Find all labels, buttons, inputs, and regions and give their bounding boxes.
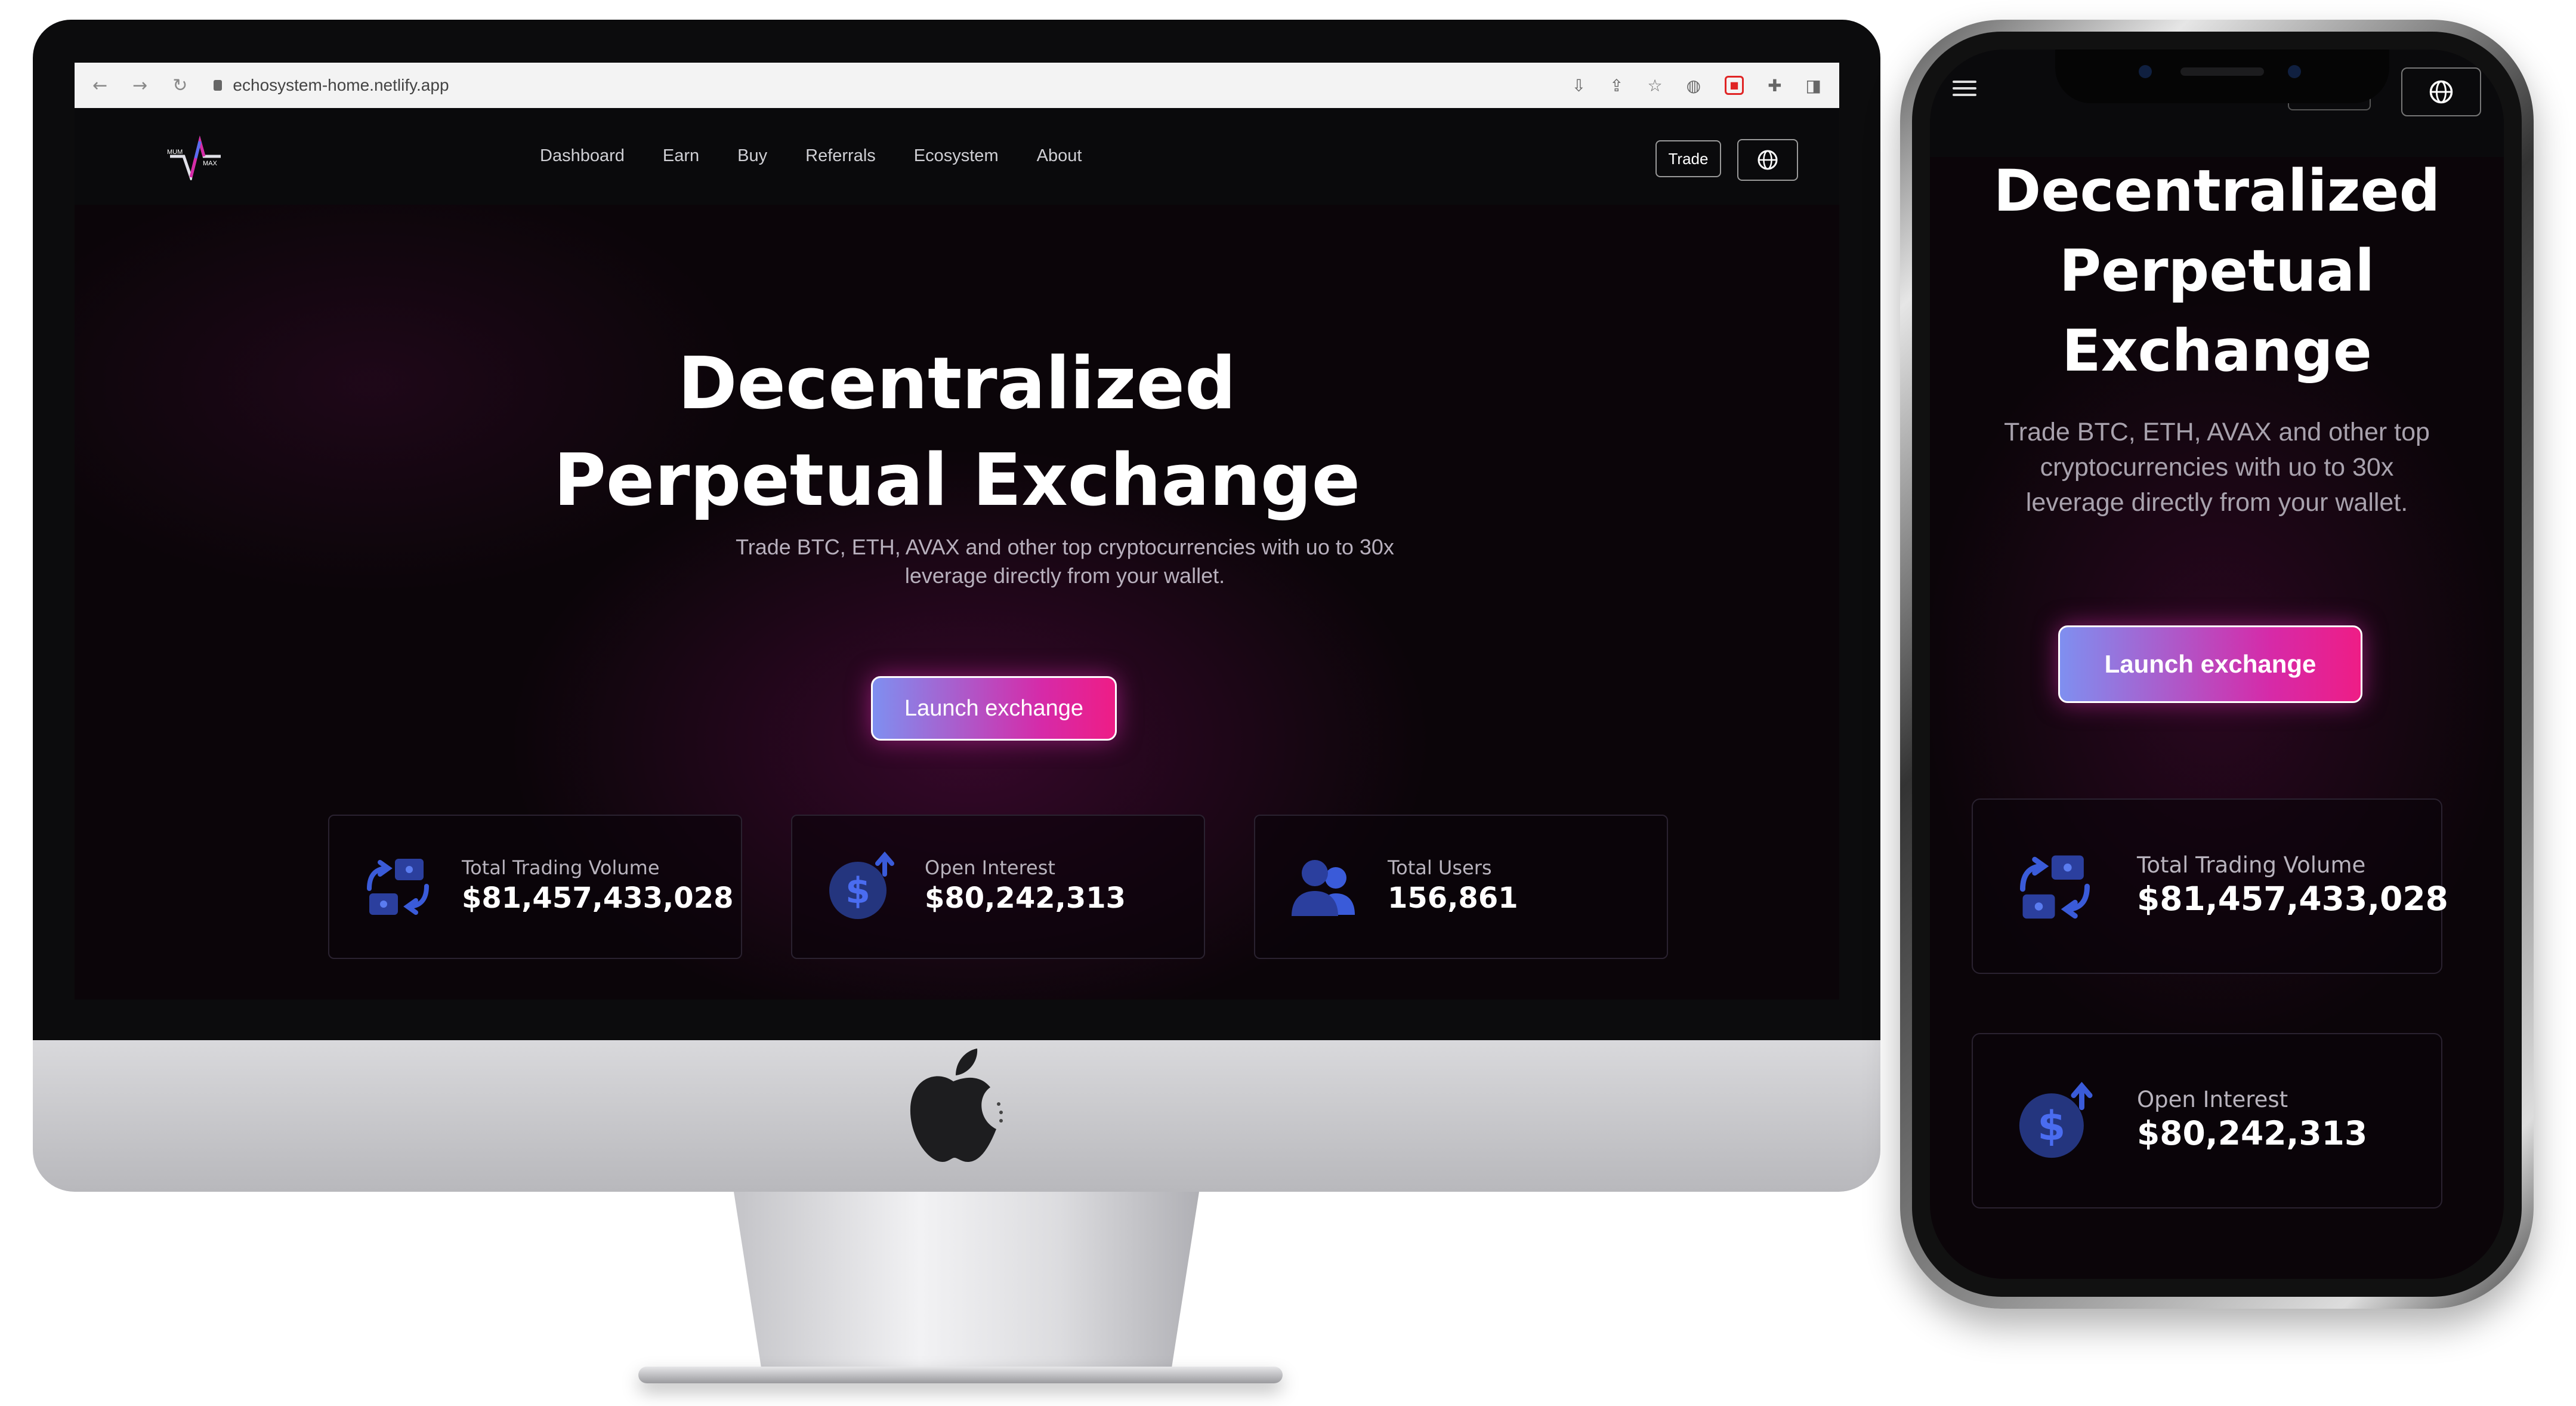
stat-card-total-users: Total Users 156,861 [1254, 815, 1668, 959]
extensions-puzzle-icon[interactable]: ✚ [1768, 76, 1781, 95]
hero-subtitle: Trade BTC, ETH, AVAX and other top crypt… [701, 533, 1429, 590]
stat-value: $80,242,313 [2137, 1114, 2368, 1152]
mobile-language-button[interactable] [2401, 67, 2481, 116]
stat-label: Total Trading Volume [2137, 852, 2366, 878]
url-text: echosystem-home.netlify.app [233, 76, 449, 94]
extension-globe-icon[interactable]: ◍ [1687, 76, 1701, 95]
svg-text:$: $ [845, 870, 870, 912]
nav-about[interactable]: About [1037, 146, 1082, 166]
globe-icon [2429, 80, 2453, 104]
imac-stand-foot [638, 1367, 1283, 1383]
dollar-up-icon: $ [2019, 1082, 2093, 1158]
back-arrow-icon[interactable]: ← [92, 75, 107, 96]
dollar-up-icon: $ [829, 852, 894, 919]
browser-toolbar: ← → ↻ echosystem-home.netlify.app ⇩ ⇪ ☆ … [75, 63, 1839, 109]
stat-value: $81,457,433,028 [462, 881, 734, 915]
lock-icon [214, 80, 223, 91]
desktop-screen: ← → ↻ echosystem-home.netlify.app ⇩ ⇪ ☆ … [75, 63, 1839, 1000]
hero-title: Decentralized Perpetual Exchange [75, 336, 1839, 529]
mobile-header [1930, 50, 2504, 157]
share-icon[interactable]: ⇪ [1610, 76, 1623, 95]
svg-text:$: $ [2037, 1102, 2065, 1149]
mobile-title-line-2: Perpetual [2059, 238, 2375, 304]
mobile-launch-exchange-button[interactable]: Launch exchange [2058, 625, 2362, 703]
stats-row: Total Trading Volume $81,457,433,028 $ O… [328, 815, 1668, 959]
trade-swap-icon [367, 859, 429, 915]
language-button[interactable] [1737, 139, 1798, 181]
main-nav: Dashboard Earn Buy Referrals Ecosystem A… [540, 146, 1082, 166]
extension-record-icon[interactable]: ■ [1725, 76, 1744, 95]
site-header: MUM MAX Dashboard Earn Buy Referrals Eco… [75, 108, 1839, 206]
nav-buy[interactable]: Buy [737, 146, 767, 166]
hero-subtitle-line-1: Trade BTC, ETH, AVAX and other top crypt… [736, 535, 1394, 559]
mobile-stat-card-open-interest: $ Open Interest $80,242,313 [1972, 1033, 2442, 1208]
mobile-hero-title: Decentralized Perpetual Exchange [1930, 151, 2504, 391]
stat-card-open-interest: $ Open Interest $80,242,313 [791, 815, 1205, 959]
trade-button[interactable]: Trade [1655, 140, 1721, 177]
mobile-title-line-3: Exchange [2062, 317, 2372, 384]
hero-section: Decentralized Perpetual Exchange Trade B… [75, 205, 1839, 1000]
menu-icon[interactable] [1953, 81, 1976, 97]
brand-logo[interactable]: MUM MAX [167, 135, 224, 180]
nav-ecosystem[interactable]: Ecosystem [914, 146, 999, 166]
stat-value: $80,242,313 [925, 881, 1126, 915]
logo-top-text: MUM [167, 149, 183, 156]
nav-dashboard[interactable]: Dashboard [540, 146, 625, 166]
users-icon [1292, 860, 1355, 916]
imac-stand-neck [734, 1192, 1199, 1371]
apple-logo-icon [910, 1049, 1003, 1162]
mobile-hero-subtitle: Trade BTC, ETH, AVAX and other top crypt… [1978, 415, 2456, 520]
stat-card-trading-volume: Total Trading Volume $81,457,433,028 [328, 815, 742, 959]
install-app-icon[interactable]: ⇩ [1572, 76, 1586, 95]
sensor-icon [2139, 65, 2152, 78]
mobile-title-line-1: Decentralized [1993, 158, 2441, 224]
nav-referrals[interactable]: Referrals [805, 146, 876, 166]
speaker-grille [2180, 67, 2264, 76]
side-panel-icon[interactable]: ◨ [1806, 76, 1821, 95]
globe-icon [1758, 150, 1778, 170]
forward-arrow-icon[interactable]: → [132, 75, 147, 96]
logo-bottom-text: MAX [203, 160, 218, 167]
hero-subtitle-line-2: leverage directly from your wallet. [904, 563, 1225, 588]
launch-exchange-button[interactable]: Launch exchange [871, 676, 1117, 741]
stat-label: Open Interest [925, 856, 1055, 879]
stat-label: Total Trading Volume [462, 856, 660, 879]
hero-title-line-1: Decentralized [678, 343, 1236, 426]
hero-title-line-2: Perpetual Exchange [553, 439, 1361, 522]
stat-label: Total Users [1388, 856, 1492, 879]
mobile-stat-card-trading-volume: Total Trading Volume $81,457,433,028 [1972, 798, 2448, 974]
camera-icon [2288, 65, 2301, 78]
trade-swap-icon [2020, 855, 2090, 919]
mobile-screen: Decentralized Perpetual Exchange Trade B… [1930, 50, 2504, 1279]
stat-value: $81,457,433,028 [2137, 880, 2448, 918]
mobile-subtitle-line-1: Trade BTC, ETH, AVAX and other top [2004, 418, 2430, 446]
reload-icon[interactable]: ↻ [172, 75, 187, 96]
stat-label: Open Interest [2137, 1087, 2288, 1112]
stat-value: 156,861 [1388, 881, 1518, 915]
address-bar[interactable]: echosystem-home.netlify.app [214, 76, 449, 95]
mobile-subtitle-line-2: cryptocurrencies with uo to 30x [2040, 453, 2394, 482]
nav-earn[interactable]: Earn [663, 146, 699, 166]
phone-notch [2055, 50, 2389, 103]
mobile-subtitle-line-3: leverage directly from your wallet. [2025, 488, 2408, 517]
bookmark-star-icon[interactable]: ☆ [1648, 76, 1663, 95]
